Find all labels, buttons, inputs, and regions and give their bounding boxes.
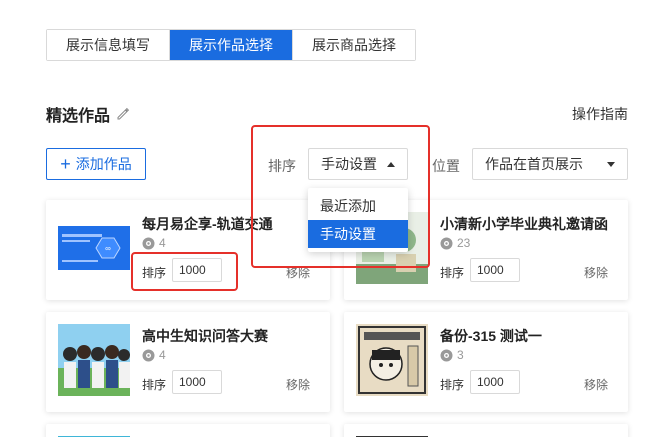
work-title[interactable]: 小清新小学毕业典礼邀请函 [440, 214, 608, 234]
sort-dropdown-menu: 最近添加 手动设置 [308, 188, 408, 252]
remove-button[interactable]: 移除 [286, 264, 310, 281]
view-count-value: 23 [457, 236, 471, 250]
remove-button[interactable]: 移除 [286, 376, 310, 393]
guide-link[interactable]: 操作指南 [572, 104, 628, 124]
position-select[interactable]: 作品在首页展示 [472, 148, 628, 180]
plus-icon: + [60, 154, 71, 174]
work-thumbnail[interactable]: ∞ [58, 212, 130, 284]
tab-display-works[interactable]: 展示作品选择 [170, 30, 293, 60]
work-card: 备份-315 测试一 3 排序 1000 移除 [344, 312, 628, 412]
caret-down-icon [607, 162, 615, 167]
work-title[interactable]: 高中生知识问答大赛 [142, 326, 268, 346]
order-label: 排序 [142, 378, 167, 392]
order-input[interactable]: 1000 [172, 370, 222, 394]
tab-display-info[interactable]: 展示信息填写 [47, 30, 170, 60]
view-count-value: 4 [159, 348, 166, 362]
section-title: 精选作品 [46, 102, 130, 126]
view-count-value: 3 [457, 348, 464, 362]
section-title-text: 精选作品 [46, 108, 111, 125]
caret-up-icon [387, 162, 395, 167]
sort-select-value: 手动设置 [321, 156, 377, 172]
add-work-button[interactable]: + 添加作品 [46, 148, 146, 180]
eye-icon [440, 349, 453, 362]
tab-display-products[interactable]: 展示商品选择 [293, 30, 415, 60]
view-count-value: 4 [159, 236, 166, 250]
position-select-value: 作品在首页展示 [485, 156, 583, 172]
order-label: 排序 [440, 378, 465, 392]
eye-icon [142, 237, 155, 250]
work-card [344, 424, 628, 437]
work-thumbnail[interactable] [356, 324, 428, 396]
sort-option-recent[interactable]: 最近添加 [308, 192, 408, 220]
position-label: 位置 [432, 158, 460, 174]
work-title[interactable]: 每月易企享-轨道交通 [142, 214, 273, 234]
work-card [46, 424, 330, 437]
order-label: 排序 [440, 266, 465, 280]
svg-text:∞: ∞ [105, 244, 111, 253]
order-input[interactable]: 1000 [172, 258, 222, 282]
order-input[interactable]: 1000 [470, 258, 520, 282]
remove-button[interactable]: 移除 [584, 376, 608, 393]
order-input[interactable]: 1000 [470, 370, 520, 394]
sort-label: 排序 [268, 158, 296, 174]
add-work-label: 添加作品 [75, 156, 132, 172]
view-count: 4 [142, 236, 166, 250]
sort-select[interactable]: 手动设置 [308, 148, 408, 180]
tab-group: 展示信息填写 展示作品选择 展示商品选择 [46, 29, 416, 61]
view-count: 4 [142, 348, 166, 362]
eye-icon [440, 237, 453, 250]
pencil-icon[interactable] [116, 107, 130, 121]
work-title[interactable]: 备份-315 测试一 [440, 326, 542, 346]
work-thumbnail[interactable] [58, 324, 130, 396]
view-count: 3 [440, 348, 464, 362]
sort-option-manual[interactable]: 手动设置 [308, 220, 408, 248]
work-card: 高中生知识问答大赛 4 排序 1000 移除 [46, 312, 330, 412]
work-card: ∞ 每月易企享-轨道交通 4 排序 1000 移除 [46, 200, 330, 300]
eye-icon [142, 349, 155, 362]
remove-button[interactable]: 移除 [584, 264, 608, 281]
order-label: 排序 [142, 266, 167, 280]
view-count: 23 [440, 236, 470, 250]
